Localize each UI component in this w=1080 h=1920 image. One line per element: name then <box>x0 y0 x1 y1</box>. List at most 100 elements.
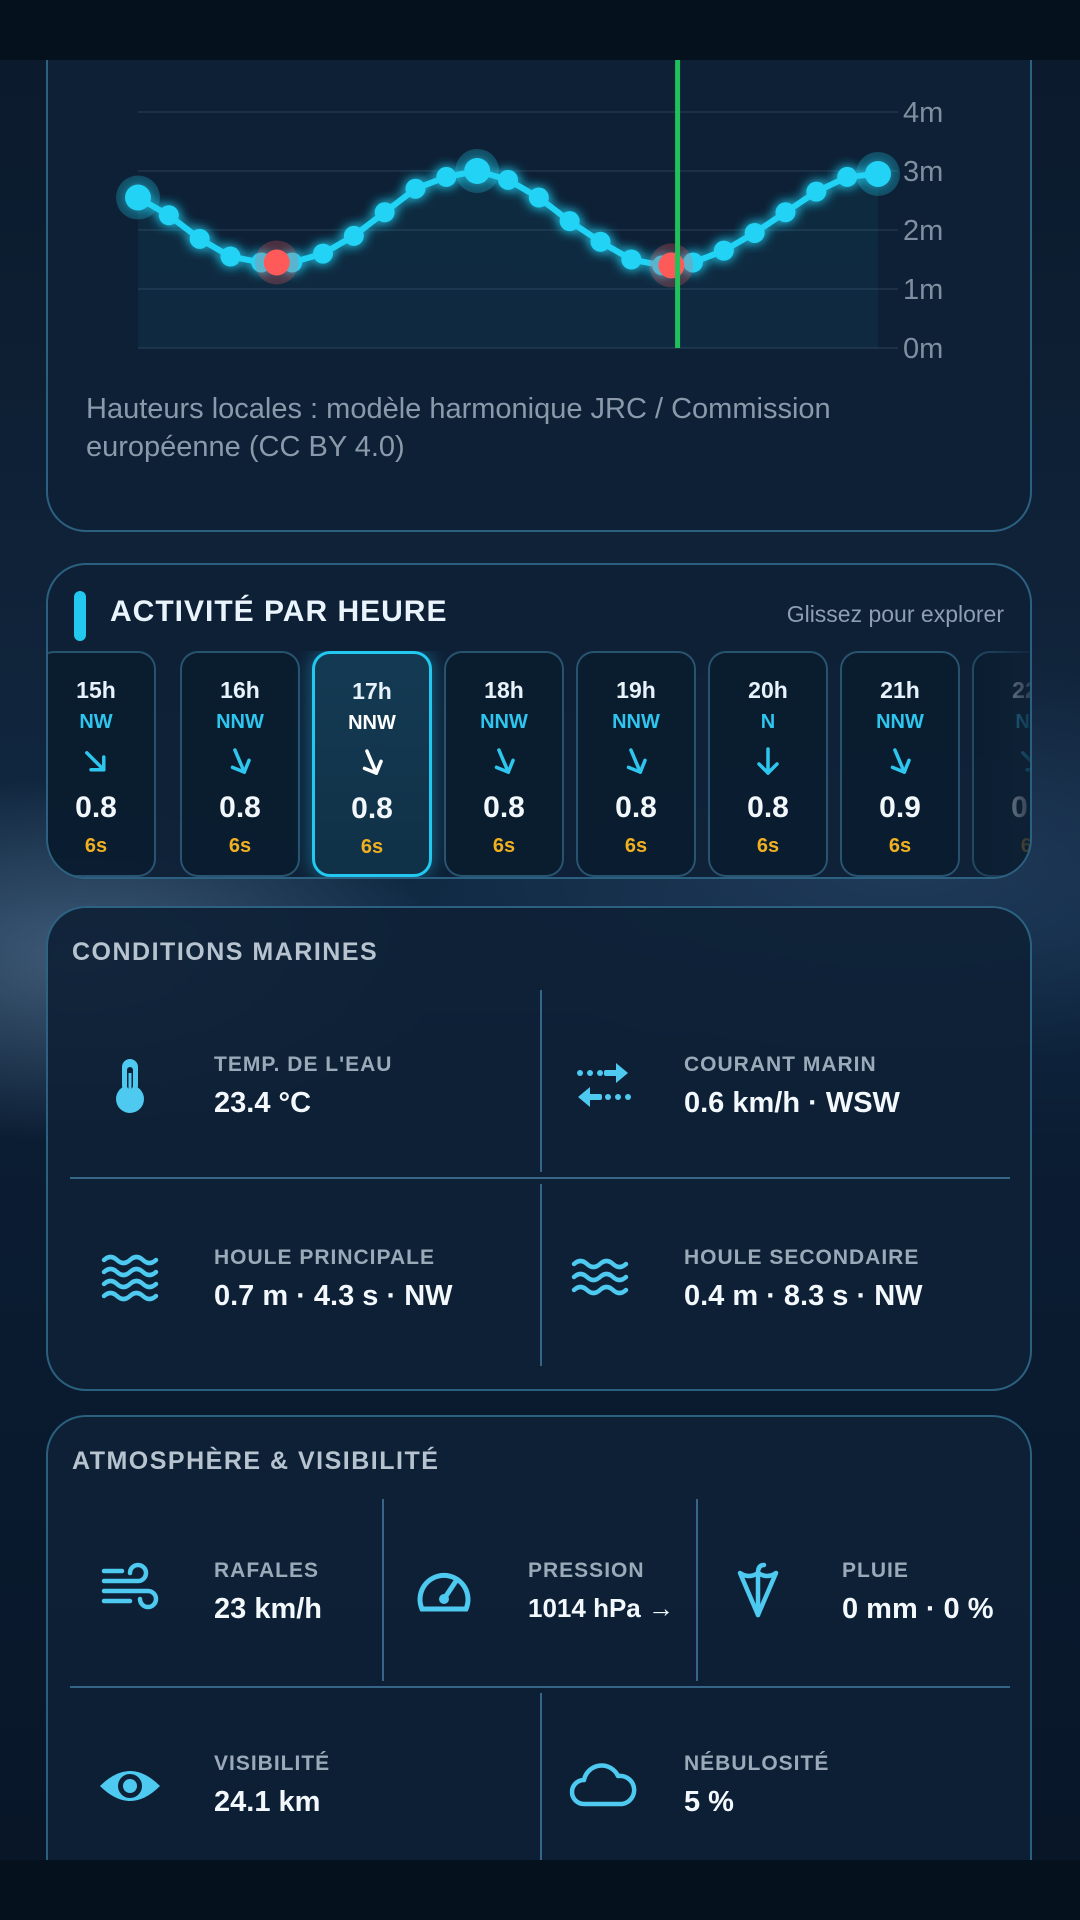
divider <box>540 1184 542 1366</box>
wind-direction: NNW <box>876 711 924 733</box>
metric-value: 23 km/h <box>214 1593 322 1625</box>
metric-value: 0.6 km/h · WSW <box>684 1087 900 1119</box>
tide-point <box>713 240 734 261</box>
hour-time: 16h <box>220 677 260 703</box>
tide-point <box>806 181 827 202</box>
direction-arrow-icon <box>842 745 958 779</box>
hour-time: 19h <box>616 677 656 703</box>
marine-title: CONDITIONS MARINES <box>72 938 379 966</box>
tide-point <box>498 169 518 190</box>
divider <box>540 1693 542 1877</box>
wave-period: 6s <box>492 835 516 857</box>
tide-point <box>436 166 457 187</box>
metric-label: COURANT MARIN <box>684 1053 877 1076</box>
atmosphere-card: ATMOSPHÈRE & VISIBILITÉ RAFALES 23 km/h … <box>46 1415 1032 1877</box>
metric-value: 0 mm · 0 % <box>842 1593 994 1625</box>
wind-direction: NNW <box>480 711 528 733</box>
section-accent-bar <box>74 591 86 641</box>
highlight-point <box>865 160 891 187</box>
metric-value: 23.4 °C <box>214 1087 312 1119</box>
hourly-strip[interactable]: 15h NW 0.8 6s 16h NNW 0.8 6s 17h NNW 0.8 6s 18h NNW 0.… <box>48 651 1030 877</box>
wind-direction: NW <box>79 711 113 733</box>
direction-arrow-icon <box>446 745 562 779</box>
wind-direction: NNW <box>348 712 396 734</box>
tide-point <box>343 225 364 246</box>
tide-point <box>837 166 858 187</box>
hour-card-20h[interactable]: 20h N 0.8 6s <box>708 651 828 877</box>
tide-chart-card: 0m1m2m3m4m0h3h6h9h12h15h18h21h24h Hauteu… <box>46 20 1032 532</box>
metric-value: 5 % <box>684 1786 734 1818</box>
tide-point <box>559 211 580 232</box>
eye-icon <box>100 1771 160 1801</box>
hour-card-16h[interactable]: 16h NNW 0.8 6s <box>180 651 300 877</box>
navigation-bar-area <box>0 1860 1080 1920</box>
tide-point <box>590 231 611 252</box>
hour-card-21h[interactable]: 21h NNW 0.9 6s <box>840 651 960 877</box>
wind-direction: N <box>760 711 776 733</box>
wave-height: 0.8 <box>615 791 657 824</box>
wind-icon <box>101 1562 159 1610</box>
metric-label: HOULE PRINCIPALE <box>214 1246 435 1269</box>
low-tide-marker <box>658 252 685 279</box>
wave-height: 0.9 <box>879 791 921 824</box>
tide-point <box>744 222 765 243</box>
direction-arrow-icon <box>48 745 154 779</box>
wave-height: 0.9 <box>1011 791 1030 824</box>
tide-point <box>374 202 395 223</box>
y-tick-label: 0m <box>903 333 943 360</box>
direction-arrow-icon <box>182 745 298 779</box>
thermometer-icon <box>116 1059 144 1113</box>
atmosphere-title: ATMOSPHÈRE & VISIBILITÉ <box>72 1447 440 1475</box>
hour-card-17h[interactable]: 17h NNW 0.8 6s <box>312 651 432 877</box>
hour-time: 21h <box>880 677 920 703</box>
waves-icon <box>571 1258 629 1296</box>
wind-direction: NW <box>1015 711 1030 733</box>
tide-chart[interactable]: 0m1m2m3m4m0h3h6h9h12h15h18h21h24h <box>48 60 1034 360</box>
metric-value: 0.4 m · 8.3 s · NW <box>684 1280 923 1312</box>
wind-direction: NNW <box>216 711 264 733</box>
tide-point <box>313 243 333 264</box>
metric-value: 0.7 m · 4.3 s · NW <box>214 1280 453 1312</box>
swipe-hint: Glissez pour explorer <box>786 601 1004 627</box>
metric-label: VISIBILITÉ <box>214 1752 331 1775</box>
wave-height: 0.8 <box>747 791 789 824</box>
waves-icon <box>101 1254 159 1302</box>
hour-time: 15h <box>76 677 116 703</box>
metric-value: 24.1 km <box>214 1786 321 1818</box>
highlight-point <box>464 158 491 184</box>
direction-arrow-icon <box>578 745 694 779</box>
tide-point <box>621 249 642 270</box>
wave-height: 0.8 <box>219 791 261 824</box>
y-tick-label: 3m <box>903 156 943 188</box>
current-arrows-icon <box>577 1063 631 1107</box>
tide-point <box>775 202 796 223</box>
wave-height: 0.8 <box>75 791 117 824</box>
metric-label: NÉBULOSITÉ <box>684 1752 830 1775</box>
metric-label: RAFALES <box>214 1559 320 1582</box>
divider <box>382 1499 384 1681</box>
hour-time: 18h <box>484 677 524 703</box>
direction-arrow-icon <box>974 745 1030 779</box>
metric-label: PLUIE <box>842 1559 909 1582</box>
wave-period: 6s <box>756 835 780 857</box>
hour-card-18h[interactable]: 18h NNW 0.8 6s <box>444 651 564 877</box>
y-tick-label: 1m <box>903 274 943 306</box>
wind-direction: NNW <box>612 711 660 733</box>
metric-label: TEMP. DE L'EAU <box>214 1053 393 1076</box>
hour-card-22h[interactable]: 22h NW 0.9 6s <box>972 651 1030 877</box>
wave-period: 6s <box>624 835 648 857</box>
hour-card-19h[interactable]: 19h NNW 0.8 6s <box>576 651 696 877</box>
direction-arrow-icon <box>315 746 429 780</box>
hour-card-15h[interactable]: 15h NW 0.8 6s <box>48 651 156 877</box>
tide-point <box>405 178 426 199</box>
y-tick-label: 4m <box>903 97 943 129</box>
gauge-icon <box>417 1572 471 1612</box>
divider <box>70 1686 1010 1688</box>
hour-time: 20h <box>748 677 788 703</box>
metric-label: PRESSION <box>528 1559 645 1582</box>
marine-conditions-card: CONDITIONS MARINES TEMP. DE L'EAU 23.4 °… <box>46 906 1032 1391</box>
direction-arrow-icon <box>710 745 826 779</box>
wave-period: 6s <box>360 836 384 858</box>
tide-point <box>528 187 549 208</box>
metric-value: 1014 hPa → <box>528 1593 674 1623</box>
